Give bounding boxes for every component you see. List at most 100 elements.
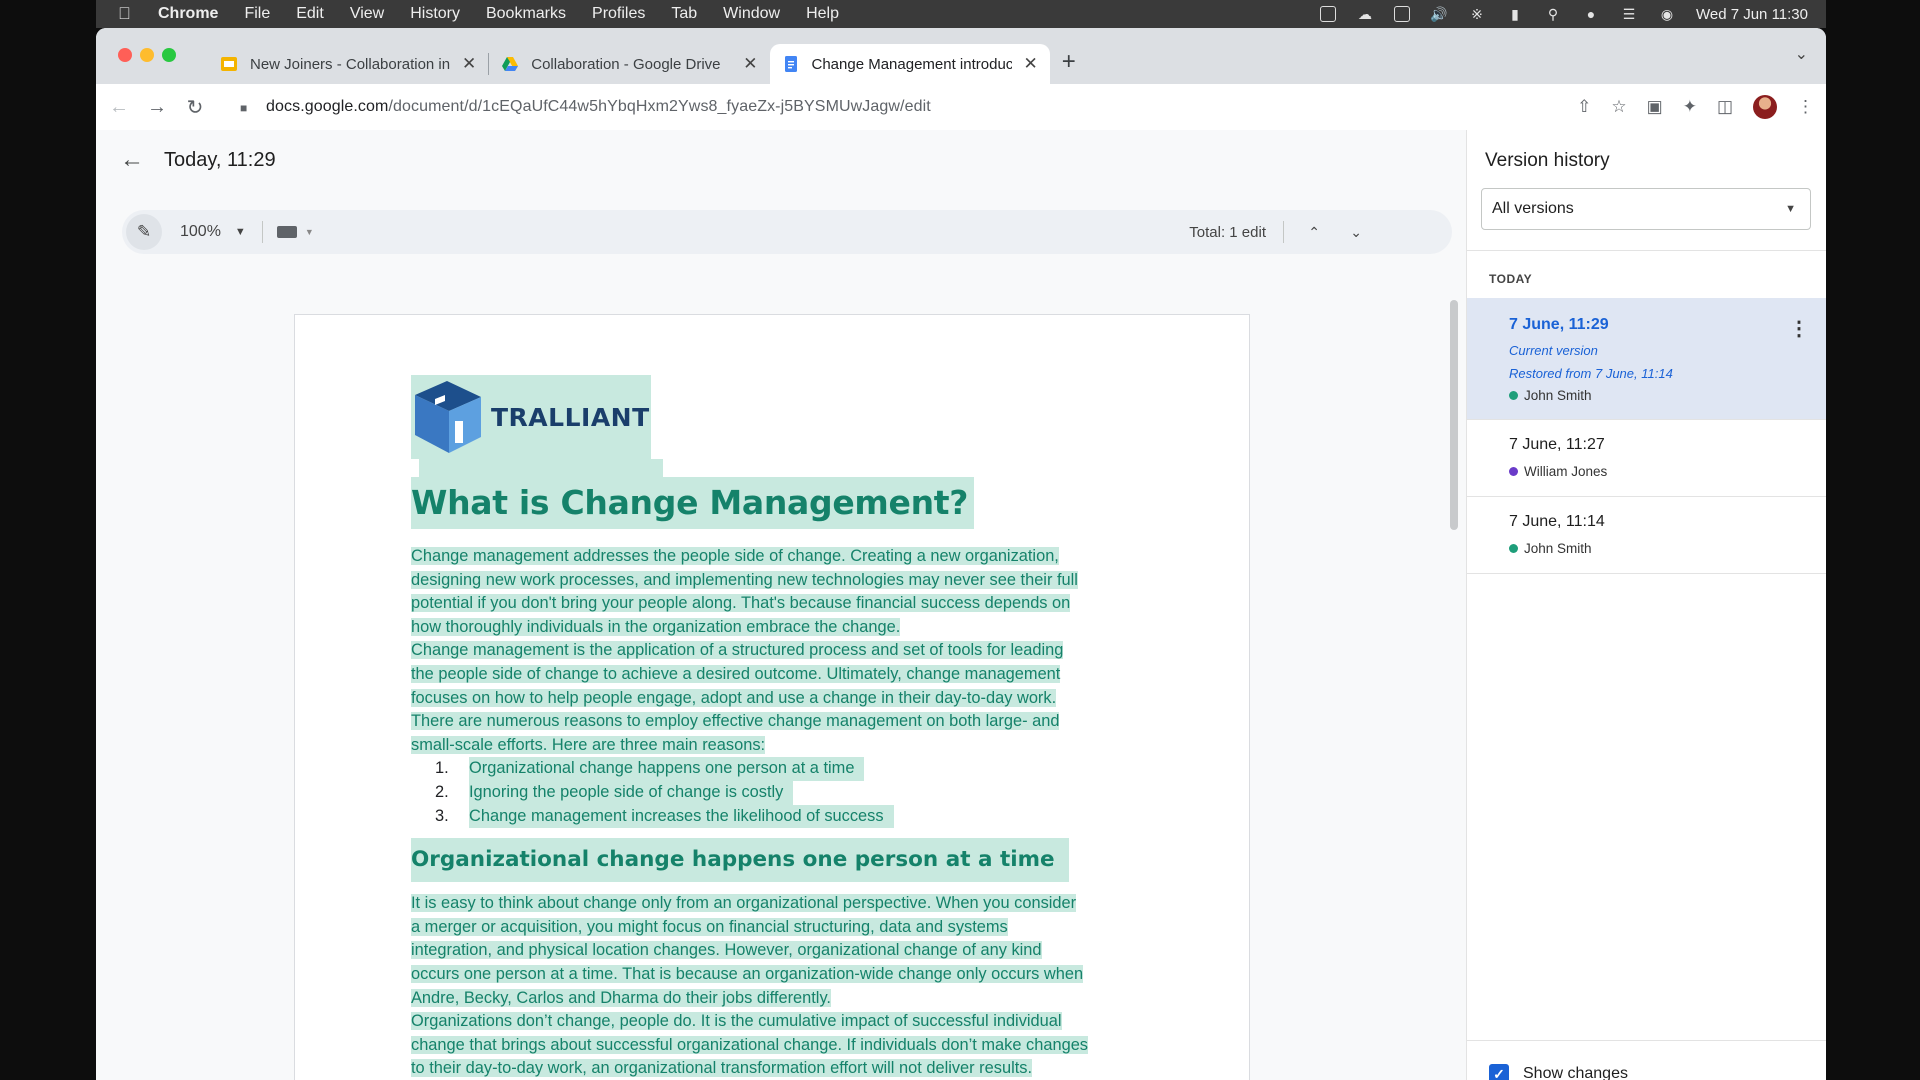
status-app-icon[interactable] (1319, 6, 1336, 22)
tab-strip: New Joiners - Collaboration in ✕ Collabo… (96, 28, 1826, 84)
side-panel-icon[interactable]: ◫ (1717, 97, 1733, 117)
next-edit-button[interactable]: ⌄ (1350, 224, 1362, 241)
menu-view[interactable]: View (350, 5, 384, 23)
spotlight-search-icon[interactable]: ⚲ (1544, 6, 1562, 22)
list-text: Ignoring the people side of change is co… (469, 780, 794, 805)
reload-button[interactable]: ↻ (180, 95, 210, 120)
url-host: docs.google.com (266, 98, 389, 115)
view-mode-icon[interactable] (276, 226, 297, 238)
menu-edit[interactable]: Edit (296, 5, 324, 23)
document-scrollbar[interactable] (1450, 300, 1458, 530)
menu-app-name[interactable]: Chrome (158, 5, 218, 23)
close-window-button[interactable] (118, 48, 132, 62)
list-text: Organizational change happens one person… (469, 757, 865, 781)
previous-edit-button[interactable]: ⌃ (1308, 224, 1320, 241)
section-heading: Organizational change happens one person… (411, 838, 1069, 883)
version-date: 7 June, 11:14 (1509, 513, 1605, 530)
profile-avatar[interactable] (1753, 95, 1777, 119)
show-changes-label[interactable]: Show changes (1523, 1065, 1628, 1080)
tab-change-management[interactable]: Change Management introduct ✕ (769, 44, 1050, 84)
version-entry[interactable]: 7 June, 11:14 John Smith (1467, 497, 1826, 574)
close-tab-icon[interactable]: ✕ (1024, 54, 1038, 74)
chrome-menu-icon[interactable]: ⋮ (1797, 97, 1814, 117)
new-tab-button[interactable]: + (1062, 48, 1076, 76)
toolbar-divider (1283, 221, 1284, 243)
menu-history[interactable]: History (410, 5, 460, 23)
menu-tab[interactable]: Tab (671, 5, 697, 23)
battery-icon[interactable]: ▮ (1506, 6, 1524, 22)
tab-title: Collaboration - Google Drive (531, 55, 721, 73)
text-line: small-scale efforts. Here are three main… (411, 735, 766, 754)
creative-cloud-icon[interactable]: ☁ (1356, 6, 1374, 22)
control-center-icon[interactable]: ☰ (1620, 6, 1638, 22)
menu-window[interactable]: Window (723, 5, 780, 23)
restored-from-label: Restored from 7 June, 11:14 (1509, 366, 1673, 381)
toolbar-divider (261, 221, 263, 243)
show-changes-checkbox[interactable]: ✓ (1489, 1064, 1509, 1080)
list-text: Change management increases the likeliho… (469, 804, 894, 829)
close-tab-icon[interactable]: ✕ (743, 54, 757, 74)
list-item: 1. Organizational change happens one pers… (435, 757, 1135, 781)
back-arrow-icon[interactable]: ← (120, 146, 144, 174)
apple-icon[interactable]:  (118, 4, 138, 24)
vpn-icon[interactable]: ● (1582, 6, 1600, 22)
zoom-window-button[interactable] (162, 48, 176, 62)
panel-footer: ✓ Show changes (1467, 1040, 1826, 1080)
bluetooth-icon[interactable]: ※ (1468, 6, 1486, 22)
version-entry[interactable]: 7 June, 11:27 William Jones (1467, 420, 1826, 497)
text-line: Change management is the application of … (411, 641, 1064, 660)
extensions-icon[interactable]: ✦ (1683, 97, 1697, 117)
zoom-dropdown-icon[interactable]: ▼ (235, 226, 246, 238)
document-content: TRALLIANT What is Change Management? Cha… (411, 375, 1135, 1080)
version-author: John Smith (1509, 388, 1592, 403)
author-name: William Jones (1524, 464, 1608, 479)
screenshot-icon[interactable]: ▣ (1647, 97, 1663, 117)
document-page: TRALLIANT What is Change Management? Cha… (294, 314, 1250, 1080)
tralliant-cube-logo (415, 381, 481, 453)
current-version-label: Current version (1509, 343, 1598, 358)
version-author: William Jones (1509, 464, 1607, 479)
menu-bookmarks[interactable]: Bookmarks (486, 5, 566, 23)
forward-button[interactable]: → (142, 96, 172, 119)
status-square-icon[interactable] (1393, 6, 1410, 22)
menubar-clock[interactable]: Wed 7 Jun 11:30 (1696, 6, 1808, 23)
siri-icon[interactable]: ◉ (1658, 6, 1676, 22)
version-title: Today, 11:29 (164, 148, 276, 171)
version-entry-current[interactable]: 7 June, 11:29 ⋮ Current version Restored… (1467, 298, 1826, 420)
close-tab-icon[interactable]: ✕ (462, 54, 476, 74)
version-date: 7 June, 11:27 (1509, 436, 1605, 453)
version-history-header: ← Today, 11:29 (96, 130, 1466, 190)
docs-icon (784, 56, 797, 72)
volume-icon[interactable]: 🔊 (1430, 6, 1448, 22)
list-item: 2. Ignoring the people side of change is … (435, 780, 1135, 805)
tab-google-drive[interactable]: Collaboration - Google Drive ✕ (489, 44, 769, 84)
author-name: John Smith (1524, 388, 1592, 403)
url-path: /document/d/1cEQaUfC44w5hYbqHxm2Yws8_fya… (388, 98, 931, 115)
menu-help[interactable]: Help (806, 5, 839, 23)
paint-format-icon[interactable]: ✎ (126, 214, 162, 250)
view-mode-dropdown-icon[interactable]: ▼ (305, 227, 314, 237)
text-line: to their day-to-day work, an organizatio… (411, 1059, 1033, 1078)
more-options-icon[interactable]: ⋮ (1789, 316, 1809, 341)
text-line: potential if you don't bring your people… (411, 594, 1071, 613)
text-line: designing new work processes, and implem… (411, 570, 1078, 589)
menu-profiles[interactable]: Profiles (592, 5, 645, 23)
paragraph-4: It is easy to think about change only fr… (411, 892, 1135, 1010)
lock-icon[interactable]: ■ (240, 101, 252, 115)
paragraph-5: Organizations don’t change, people do. I… (411, 1010, 1135, 1080)
versions-filter-dropdown[interactable]: All versions ▼ (1481, 188, 1811, 230)
minimize-window-button[interactable] (140, 48, 154, 62)
logo-text: TRALLIANT (491, 402, 650, 432)
share-icon[interactable]: ⇧ (1577, 97, 1591, 117)
back-button[interactable]: ← (104, 96, 134, 119)
menu-file[interactable]: File (244, 5, 270, 23)
text-line: the people side of change to achieve a d… (411, 664, 1061, 683)
text-line: Organizations don’t change, people do. I… (411, 1012, 1062, 1031)
zoom-select[interactable]: 100% (180, 223, 221, 241)
tab-search-chevron-icon[interactable]: ⌄ (1795, 44, 1808, 64)
author-color-dot (1509, 544, 1518, 553)
bookmark-star-icon[interactable]: ☆ (1611, 97, 1626, 117)
address-bar[interactable]: ■ docs.google.com/document/d/1cEQaUfC44w… (228, 90, 1608, 124)
tab-new-joiners[interactable]: New Joiners - Collaboration in ✕ (208, 44, 488, 84)
total-edits-label: Total: 1 edit (1189, 223, 1266, 241)
